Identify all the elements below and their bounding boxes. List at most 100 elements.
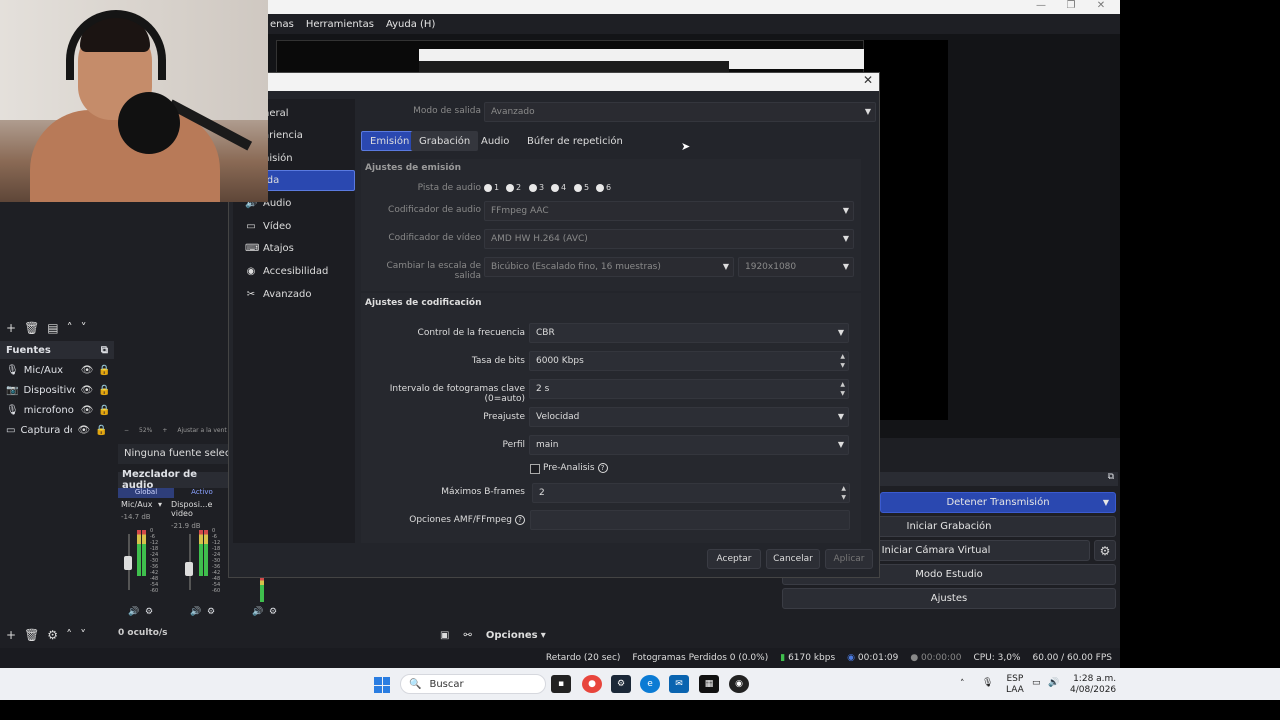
rescale-resolution-select[interactable]: 1920x1080 ▼: [738, 257, 854, 277]
speaker-icon[interactable]: 🔊: [190, 607, 201, 617]
lock-icon[interactable]: 🔒: [98, 385, 110, 396]
undock-icon[interactable]: ⧉: [101, 345, 108, 356]
preset-select[interactable]: Velocidad ▼: [529, 407, 849, 427]
fit-label[interactable]: Ajustar a la vent: [177, 427, 226, 434]
close-icon[interactable]: ✕: [863, 73, 873, 87]
lock-icon[interactable]: 🔒: [95, 425, 107, 436]
down-icon[interactable]: ˅: [81, 321, 87, 335]
zoom-in-icon[interactable]: +: [162, 427, 167, 434]
audio-encoder-select[interactable]: FFmpeg AAC ▼: [484, 201, 854, 221]
speaker-icon[interactable]: 🔊: [128, 607, 139, 617]
steam-icon[interactable]: ⚙: [611, 675, 631, 693]
channel-settings-icon[interactable]: ⚙: [145, 607, 153, 617]
nav-advanced[interactable]: ✂ Avanzado: [237, 284, 355, 305]
trash-icon[interactable]: 🗑: [24, 628, 39, 642]
video-encoder-select[interactable]: AMD HW H.264 (AVC) ▼: [484, 229, 854, 249]
bframes-input[interactable]: 2 ▲ ▼: [532, 483, 850, 503]
tab-recording[interactable]: Grabación: [411, 131, 479, 151]
fader-knob[interactable]: [124, 556, 132, 570]
keyframe-input[interactable]: 2 s ▲ ▼: [529, 379, 849, 399]
windows-start-icon[interactable]: [374, 677, 390, 693]
taskbar-search[interactable]: 🔍 Buscar: [400, 674, 546, 694]
audio-track-radio[interactable]: 3: [529, 183, 544, 192]
undock-icon[interactable]: ⧉: [1108, 472, 1114, 482]
add-icon[interactable]: +: [6, 321, 16, 335]
eye-icon[interactable]: 👁: [81, 365, 94, 376]
obs-icon[interactable]: ◉: [729, 675, 749, 693]
chevron-down-icon[interactable]: ▾: [158, 500, 162, 509]
trash-icon[interactable]: 🗑: [24, 321, 39, 335]
cancel-button[interactable]: Cancelar: [766, 549, 820, 569]
fader-knob[interactable]: [185, 562, 193, 576]
gear-icon[interactable]: ⚙: [1094, 540, 1116, 561]
up-icon[interactable]: ˄: [66, 628, 72, 642]
output-mode-select[interactable]: Avanzado ▼: [484, 102, 876, 122]
options-button[interactable]: Opciones ▾: [486, 630, 546, 641]
profile-label: Perfil: [502, 440, 525, 450]
battery-icon[interactable]: ▭: [1032, 678, 1041, 688]
channel-settings-icon[interactable]: ⚙: [207, 607, 215, 617]
menu-help[interactable]: Ayuda (H): [386, 19, 435, 30]
tab-global[interactable]: Global: [118, 488, 174, 498]
tab-active[interactable]: Activo: [174, 488, 230, 498]
source-row[interactable]: 📷 Dispositivo d 👁 🔒: [0, 380, 114, 400]
accept-button[interactable]: Aceptar: [707, 549, 761, 569]
menu-tools[interactable]: Herramientas: [306, 19, 374, 30]
audio-track-radio[interactable]: 1: [484, 183, 499, 192]
speaker-icon[interactable]: 🔊: [252, 607, 263, 617]
source-row[interactable]: 🎙 Mic/Aux 👁 🔒: [0, 360, 114, 380]
tab-replay-buffer[interactable]: Búfer de repetición: [519, 131, 631, 151]
bitrate-status: ▮ 6170 kbps: [780, 653, 836, 663]
clock[interactable]: 1:28 a.m. 4/08/2026: [1070, 674, 1116, 696]
nav-accessibility[interactable]: ◉ Accesibilidad: [237, 261, 355, 282]
stop-stream-button[interactable]: Detener Transmisión ▼: [880, 492, 1116, 513]
preanalysis-checkbox[interactable]: [530, 464, 540, 474]
speaker-icon[interactable]: 🔊: [1048, 678, 1059, 688]
zoom-out-icon[interactable]: −: [124, 427, 129, 434]
tab-audio[interactable]: Audio: [473, 131, 517, 151]
link-icon[interactable]: ⚯: [463, 630, 471, 641]
mixer-toolbar: ▣ ⚯ Opciones ▾: [440, 626, 560, 644]
maximize-button[interactable]: ❐: [1056, 0, 1086, 11]
source-row[interactable]: 🎙 microfono 👁 🔒: [0, 400, 114, 420]
apply-button[interactable]: Aplicar: [825, 549, 873, 569]
language-indicator[interactable]: ESP LAA: [1006, 674, 1024, 696]
add-icon[interactable]: +: [6, 628, 16, 642]
layout-icon[interactable]: ▣: [440, 630, 449, 641]
eye-icon[interactable]: 👁: [81, 405, 94, 416]
mail-icon[interactable]: ✉: [669, 675, 689, 693]
eye-icon[interactable]: 👁: [80, 385, 93, 396]
taskview-icon[interactable]: ▪: [551, 675, 571, 693]
chevron-down-icon[interactable]: ▼: [1103, 498, 1109, 507]
amf-options-input[interactable]: [530, 510, 850, 530]
settings-button[interactable]: Ajustes: [782, 588, 1116, 609]
mic-icon[interactable]: 🎙: [982, 678, 993, 688]
rescale-filter-select[interactable]: Bicúbico (Escalado fino, 16 muestras) ▼: [484, 257, 734, 277]
up-icon[interactable]: ˄: [67, 321, 73, 335]
lock-icon[interactable]: 🔒: [98, 365, 110, 376]
audio-track-radio[interactable]: 2: [506, 183, 521, 192]
edge-icon[interactable]: e: [640, 675, 660, 693]
lock-icon[interactable]: 🔒: [98, 405, 110, 416]
nav-hotkeys[interactable]: ⌨ Atajos: [237, 238, 355, 259]
audio-track-radio[interactable]: 5: [574, 183, 589, 192]
minimize-button[interactable]: —: [1026, 0, 1056, 11]
close-button[interactable]: ✕: [1086, 0, 1116, 11]
filter-icon[interactable]: ▤: [47, 321, 58, 335]
down-icon[interactable]: ˅: [80, 628, 86, 642]
bitrate-input[interactable]: 6000 Kbps ▲ ▼: [529, 351, 849, 371]
gear-icon[interactable]: ⚙: [47, 628, 58, 642]
chevron-up-icon[interactable]: ˄: [960, 679, 965, 689]
profile-select[interactable]: main ▼: [529, 435, 849, 455]
audio-track-radio[interactable]: 4: [551, 183, 566, 192]
source-row[interactable]: ▭ Captura de p 👁 🔒: [0, 420, 114, 440]
audio-track-radio[interactable]: 6: [596, 183, 611, 192]
nav-video[interactable]: ▭ Vídeo: [237, 216, 355, 237]
menu-scenes[interactable]: enas: [270, 19, 294, 30]
app-icon[interactable]: ▦: [699, 675, 719, 693]
channel-settings-icon[interactable]: ⚙: [269, 607, 277, 617]
rate-control-select[interactable]: CBR ▼: [529, 323, 849, 343]
eye-icon[interactable]: 👁: [77, 425, 90, 436]
tab-stream[interactable]: Emisión: [361, 131, 419, 151]
chrome-icon[interactable]: ●: [582, 675, 602, 693]
